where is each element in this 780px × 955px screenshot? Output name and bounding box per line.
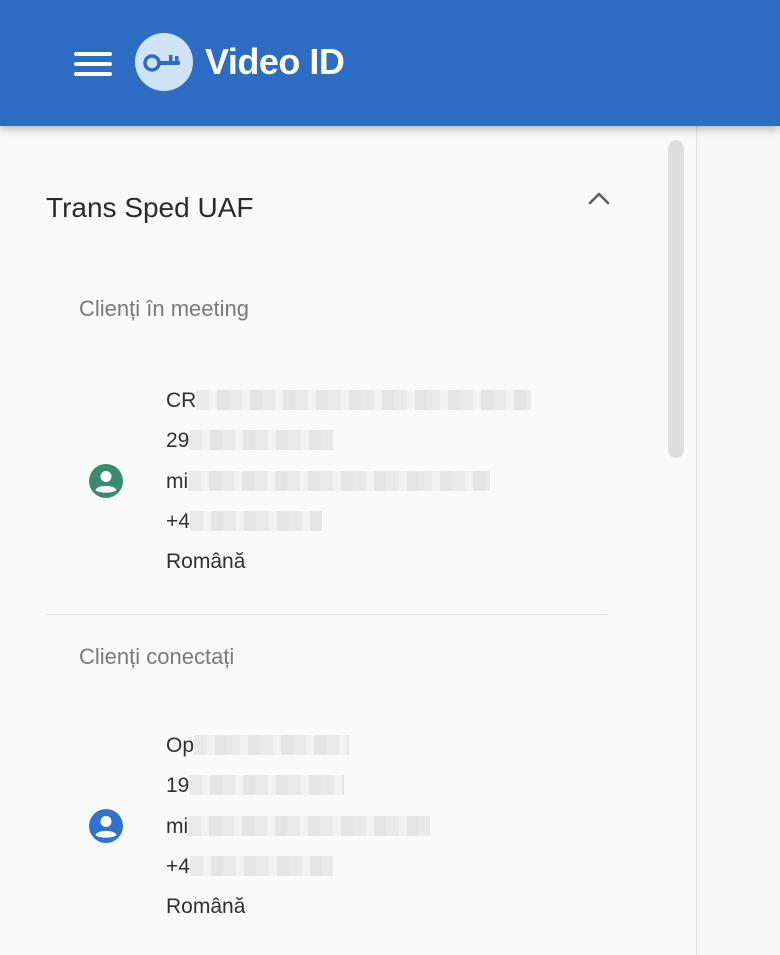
client-list-item[interactable]: Op 19 mi +4 Română <box>0 721 640 926</box>
client-id-number: 29 <box>166 427 334 455</box>
client-language: Română <box>166 550 246 573</box>
hamburger-menu-icon[interactable] <box>72 48 114 80</box>
client-name: Op <box>166 732 350 760</box>
section-title-connected: Clienți conectați <box>79 644 235 669</box>
client-phone: +4 <box>166 508 322 536</box>
redacted-text <box>189 430 334 450</box>
account-circle-icon <box>88 463 124 499</box>
redacted-text <box>188 816 431 836</box>
client-name: CR <box>166 387 532 415</box>
client-email: mi <box>166 813 431 841</box>
app-title: Video ID <box>205 41 345 82</box>
app-header: Video ID <box>0 0 780 126</box>
redacted-text <box>188 471 491 491</box>
section-title-in-meeting: Clienți în meeting <box>79 296 249 321</box>
clients-panel: Trans Sped UAF Clienți în meeting CR 29 … <box>0 126 696 955</box>
redacted-text <box>189 511 322 531</box>
key-logo-icon <box>134 32 194 92</box>
redacted-text <box>189 856 333 876</box>
redacted-text <box>196 390 532 410</box>
redacted-text <box>194 735 350 755</box>
client-id-number: 19 <box>166 772 345 800</box>
client-language: Română <box>166 895 246 918</box>
main-content-area <box>697 126 780 955</box>
group-title: Trans Sped UAF <box>46 192 254 223</box>
account-circle-icon <box>88 808 124 844</box>
client-email: mi <box>166 468 491 496</box>
group-header[interactable]: Trans Sped UAF <box>46 188 616 232</box>
section-divider <box>46 614 607 615</box>
panel-scrollbar[interactable] <box>668 140 684 458</box>
client-list-item[interactable]: CR 29 mi +4 Română <box>0 376 640 581</box>
client-phone: +4 <box>166 853 333 881</box>
chevron-up-icon[interactable] <box>586 186 612 212</box>
redacted-text <box>189 775 345 795</box>
